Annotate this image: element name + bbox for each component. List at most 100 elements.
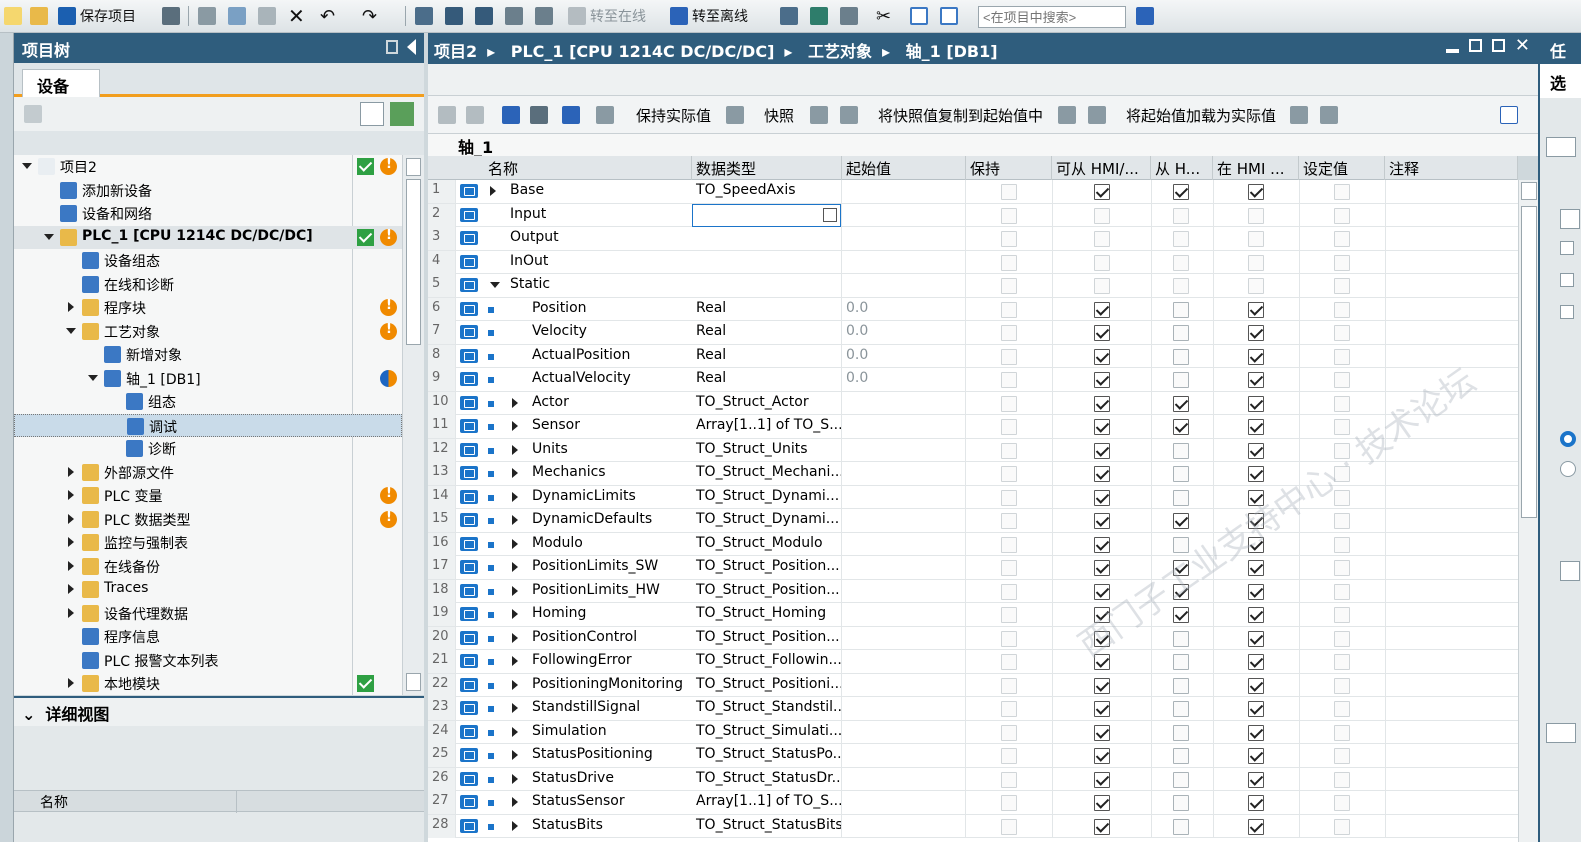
start-value[interactable] <box>842 485 966 509</box>
collapsed-arrow-icon[interactable] <box>68 584 74 594</box>
scroll-up-icon[interactable] <box>406 158 421 176</box>
start-value[interactable] <box>842 767 966 791</box>
collapsed-arrow-icon[interactable] <box>68 560 74 571</box>
hmi-accessible-checkbox[interactable] <box>1094 254 1110 271</box>
retain-checkbox[interactable] <box>1001 818 1017 835</box>
setpoint-checkbox[interactable] <box>1334 301 1350 318</box>
collapsed-arrow-icon[interactable] <box>512 491 518 502</box>
tree-item[interactable]: 项目2 <box>14 155 402 178</box>
setpoint-checkbox[interactable] <box>1334 254 1350 271</box>
member-name[interactable]: DynamicDefaults <box>528 509 692 532</box>
member-name[interactable]: Modulo <box>528 533 692 556</box>
horizontal-layout-icon[interactable] <box>910 5 928 27</box>
task-card-dropdown[interactable] <box>1546 137 1576 157</box>
member-datatype[interactable]: Array[1..1] of TO_S... <box>692 415 842 438</box>
hmi-writable-checkbox[interactable] <box>1173 654 1189 670</box>
member-datatype[interactable]: Real <box>692 368 842 391</box>
close-icon[interactable]: ✕ <box>1515 37 1530 55</box>
table-row[interactable]: 28 StatusBits TO_Struct_StatusBits <box>428 814 1519 838</box>
collapsed-arrow-icon[interactable] <box>512 562 518 572</box>
hmi-visible-checkbox[interactable] <box>1248 231 1264 247</box>
collapsed-arrow-icon[interactable] <box>512 585 518 596</box>
db-snapshot-icon[interactable] <box>726 106 744 124</box>
setpoint-checkbox[interactable] <box>1334 395 1350 412</box>
scroll-up-icon[interactable] <box>1521 182 1537 200</box>
tree-item[interactable]: 本地模块 <box>14 672 402 695</box>
member-name[interactable]: ActualPosition <box>528 345 692 368</box>
member-name[interactable]: Static <box>506 274 692 297</box>
hmi-accessible-checkbox[interactable] <box>1094 348 1110 365</box>
table-row[interactable]: 18 PositionLimits_HW TO_Struct_Position... <box>428 579 1519 603</box>
tree-item[interactable]: 程序信息 <box>14 625 402 648</box>
retain-checkbox[interactable] <box>1001 513 1017 529</box>
start-value[interactable] <box>842 415 966 438</box>
hmi-accessible-checkbox[interactable] <box>1094 536 1110 553</box>
hmi-accessible-checkbox[interactable] <box>1094 372 1110 388</box>
list-icon[interactable] <box>562 106 580 124</box>
retain-checkbox[interactable] <box>1001 701 1017 717</box>
member-datatype[interactable]: TO_Struct_Standstil... <box>692 697 842 720</box>
tree-item[interactable]: 工艺对象 <box>14 320 402 343</box>
table-row[interactable]: 24 Simulation TO_Struct_Simulati... <box>428 720 1519 744</box>
task-card-checkbox[interactable] <box>1560 241 1574 255</box>
monitor-icon[interactable] <box>596 106 614 124</box>
hmi-writable-checkbox[interactable] <box>1173 536 1189 553</box>
member-name[interactable]: InOut <box>506 251 692 274</box>
tree-item[interactable]: 监控与强制表 <box>14 531 402 554</box>
setpoint-checkbox[interactable] <box>1334 583 1350 600</box>
project-search-input[interactable] <box>978 6 1126 28</box>
hmi-visible-checkbox[interactable] <box>1248 372 1264 388</box>
start-value[interactable] <box>842 274 966 297</box>
tree-item[interactable]: 新增对象 <box>14 343 402 366</box>
hmi-visible-checkbox[interactable] <box>1248 818 1264 835</box>
table-row[interactable]: 25 StatusPositioning TO_Struct_StatusPo... <box>428 744 1519 768</box>
retain-checkbox[interactable] <box>1001 325 1017 341</box>
paste-icon[interactable] <box>258 5 276 27</box>
setpoint-checkbox[interactable] <box>1334 560 1350 576</box>
collapsed-arrow-icon[interactable] <box>512 609 518 619</box>
start-value[interactable]: 0.0 <box>842 344 966 368</box>
hmi-visible-checkbox[interactable] <box>1248 278 1264 294</box>
hmi-visible-checkbox[interactable] <box>1248 442 1264 459</box>
hmi-accessible-checkbox[interactable] <box>1094 630 1110 647</box>
detail-view-header[interactable]: ⌄ 详细视图 <box>14 696 424 726</box>
detail-column-name[interactable]: 名称 <box>40 792 68 812</box>
hmi-visible-checkbox[interactable] <box>1248 513 1264 529</box>
retain-checkbox[interactable] <box>1001 395 1017 412</box>
overview-icon[interactable] <box>360 102 384 126</box>
start-value[interactable]: 0.0 <box>842 321 966 344</box>
hmi-writable-checkbox[interactable] <box>1173 419 1189 435</box>
hmi-writable-checkbox[interactable] <box>1173 748 1189 764</box>
tree-item[interactable]: 程序块 <box>14 296 402 319</box>
collapsed-arrow-icon[interactable] <box>512 515 518 525</box>
close-all-icon[interactable]: ✂ <box>876 5 891 27</box>
setpoint-checkbox[interactable] <box>1334 466 1350 482</box>
member-name[interactable]: StatusBits <box>528 815 692 838</box>
collapsed-side-strip[interactable] <box>0 33 14 842</box>
tree-item[interactable]: 组态 <box>14 390 402 413</box>
hmi-visible-checkbox[interactable] <box>1248 607 1264 623</box>
network-view-icon[interactable] <box>390 102 414 126</box>
hmi-visible-checkbox[interactable] <box>1248 466 1264 482</box>
hmi-visible-checkbox[interactable] <box>1248 536 1264 553</box>
restore-icon[interactable] <box>1468 39 1482 52</box>
member-datatype[interactable]: TO_Struct_Actor <box>692 391 842 415</box>
hmi-visible-checkbox[interactable] <box>1248 254 1264 271</box>
table-row[interactable]: 12 Units TO_Struct_Units <box>428 438 1519 462</box>
member-datatype[interactable]: TO_Struct_Dynami... <box>692 485 842 509</box>
column-header[interactable]: 注释 <box>1385 156 1518 180</box>
expanded-arrow-icon[interactable] <box>44 233 54 240</box>
setpoint-checkbox[interactable] <box>1334 536 1350 553</box>
go-offline-button[interactable]: 转至离线 <box>670 5 748 27</box>
retain-checkbox[interactable] <box>1001 207 1017 224</box>
hmi-writable-checkbox[interactable] <box>1173 513 1189 529</box>
retain-checkbox[interactable] <box>1001 536 1017 553</box>
retain-checkbox[interactable] <box>1001 372 1017 388</box>
member-datatype[interactable] <box>692 227 842 250</box>
member-datatype[interactable]: TO_Struct_Simulati... <box>692 720 842 744</box>
start-value[interactable] <box>842 556 966 579</box>
retain-checkbox[interactable] <box>1001 795 1017 811</box>
column-header[interactable]: 从 H... <box>1151 156 1213 180</box>
hmi-visible-checkbox[interactable] <box>1248 724 1264 741</box>
hmi-writable-checkbox[interactable] <box>1173 466 1189 482</box>
